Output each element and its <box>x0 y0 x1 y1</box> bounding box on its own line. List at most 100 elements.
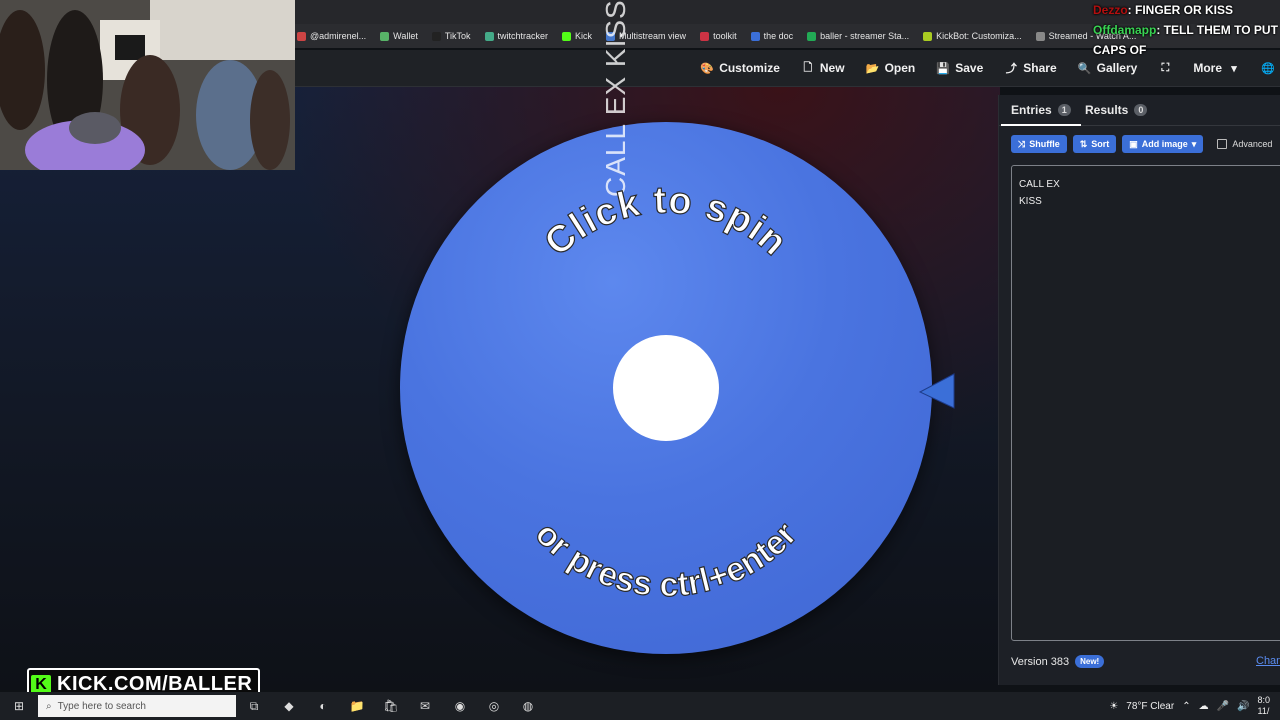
panel-tabs: Entries 1 Results 0 <box>999 95 1280 126</box>
gallery-label: Gallery <box>1096 61 1138 75</box>
edge-icon[interactable]: ◐ <box>314 697 332 715</box>
bookmark-label: TikTok <box>444 31 471 41</box>
version-info: Version 383 New! <box>1011 655 1105 668</box>
bookmark-item[interactable]: toolkit <box>700 31 737 41</box>
mail-icon[interactable]: ✉ <box>416 697 434 715</box>
chat-message: Offdamapp: TELL THEM TO PUT CAPS OF <box>1093 20 1280 60</box>
save-icon: 💾 <box>936 62 951 75</box>
wheel-slice-label: CALL EX KISS <box>600 0 631 197</box>
entries-panel: Entries 1 Results 0 ⤨ Shuffle ⇅ Sort ▣ Add … <box>998 95 1280 685</box>
share-label: Share <box>1023 61 1057 75</box>
bookmark-item[interactable]: the doc <box>750 31 794 41</box>
chat-username: Offdamapp <box>1093 23 1157 37</box>
chrome-icon[interactable]: ◉ <box>451 697 469 715</box>
clock[interactable]: 8:0 11/ <box>1257 695 1270 717</box>
spin-wheel[interactable]: CALL EX KISS <box>400 0 932 654</box>
open-label: Open <box>884 61 916 75</box>
tab-entries[interactable]: Entries 1 <box>1001 103 1081 126</box>
shuffle-label: Shuffle <box>1029 139 1060 149</box>
sort-icon: ⇅ <box>1079 138 1088 149</box>
advanced-checkbox[interactable] <box>1217 139 1228 149</box>
tab-results-label: Results <box>1085 103 1129 117</box>
search-icon: 🔍 <box>1077 62 1092 75</box>
bookmark-label: the doc <box>763 31 794 41</box>
weather-text: 78°F Clear <box>1126 700 1175 712</box>
gallery-button[interactable]: 🔍 Gallery <box>1077 61 1138 75</box>
language-button[interactable]: 🌐 <box>1261 62 1275 75</box>
customize-label: Customize <box>719 61 780 75</box>
changelog-link[interactable]: Chan <box>1256 655 1280 667</box>
volume-icon[interactable]: 🔊 <box>1237 701 1249 712</box>
add-image-button[interactable]: ▣ Add image ▾ <box>1122 135 1204 153</box>
obs-icon[interactable]: ◍ <box>519 697 537 715</box>
task-view-icon[interactable]: ⧉ <box>245 697 263 715</box>
palette-icon: 🎨 <box>700 62 715 75</box>
wheel-pointer-icon <box>918 373 955 409</box>
more-button[interactable]: More ▾ <box>1193 61 1240 75</box>
bookmark-label: Wallet <box>393 31 418 41</box>
bookmark-item[interactable]: @admirenel... <box>297 31 366 41</box>
chevron-down-icon: ▾ <box>1191 138 1197 149</box>
entries-textarea[interactable]: CALL EX KISS <box>1011 165 1280 641</box>
bookmark-favicon-icon <box>700 31 710 41</box>
search-placeholder: Type here to search <box>57 700 146 712</box>
bookmark-item[interactable]: twitchtracker <box>484 31 548 41</box>
windows-taskbar: ⊞ ⌕ Type here to search ⧉ ◆ ◐ 📁 🛍 ✉ ◉ ◎ … <box>0 692 1280 720</box>
bookmark-label: toolkit <box>713 31 737 41</box>
shuffle-button[interactable]: ⤨ Shuffle <box>1011 135 1067 153</box>
tray-chevron-icon[interactable]: ⌃ <box>1182 701 1190 712</box>
chat-overlay: Dezzo: FINGER OR KISS Offdamapp: TELL TH… <box>1093 0 1280 60</box>
bookmark-favicon-icon <box>484 31 494 41</box>
entry-line: KISS <box>1019 196 1042 207</box>
bookmark-favicon-icon <box>562 31 572 41</box>
entries-actions: ⤨ Shuffle ⇅ Sort ▣ Add image ▾ Advanced <box>1011 135 1272 153</box>
sort-button[interactable]: ⇅ Sort <box>1072 135 1117 153</box>
new-button[interactable]: 🗋 New <box>802 61 845 75</box>
store-icon[interactable]: 🛍 <box>382 697 400 715</box>
folder-icon: 📂 <box>865 62 880 75</box>
customize-button[interactable]: 🎨 Customize <box>700 61 780 75</box>
add-image-label: Add image <box>1141 139 1188 149</box>
bookmark-favicon-icon <box>297 31 306 41</box>
wheel-hub[interactable] <box>613 335 719 441</box>
save-button[interactable]: 💾 Save <box>936 61 983 75</box>
bookmark-item[interactable]: Kick <box>562 31 592 41</box>
bookmark-item[interactable]: baller - streamer Sta... <box>807 31 909 41</box>
tab-results[interactable]: Results 0 <box>1085 103 1148 117</box>
chat-username: Dezzo <box>1093 3 1128 17</box>
clock-date: 11/ <box>1257 706 1270 716</box>
globe-icon: 🌐 <box>1261 62 1275 75</box>
results-count-badge: 0 <box>1134 104 1148 116</box>
bookmark-label: KickBot: Customiza... <box>936 31 1022 41</box>
bookmark-label: Kick <box>575 31 593 41</box>
advanced-toggle[interactable]: Advanced <box>1217 139 1272 149</box>
taskbar-search-input[interactable]: ⌕ Type here to search <box>38 695 236 717</box>
open-button[interactable]: 📂 Open <box>865 61 916 75</box>
bookmark-favicon-icon <box>431 31 441 41</box>
webcam-overlay <box>0 0 295 170</box>
network-icon[interactable]: ☁ <box>1199 701 1209 712</box>
search-icon: ⌕ <box>46 700 52 712</box>
windows-start-icon[interactable]: ⊞ <box>10 697 28 715</box>
weather-icon: ☀ <box>1109 700 1119 712</box>
webcam-image <box>0 0 295 170</box>
advanced-label: Advanced <box>1232 139 1273 149</box>
new-label: New <box>819 61 845 75</box>
fullscreen-button[interactable]: ⛶ <box>1159 62 1171 74</box>
bookmark-item[interactable]: Wallet <box>380 31 418 41</box>
version-label: Version 383 <box>1011 655 1070 668</box>
bookmark-item[interactable]: TikTok <box>431 31 471 41</box>
share-button[interactable]: ⤴ Share <box>1005 61 1057 75</box>
bookmark-favicon-icon <box>807 31 817 41</box>
shuffle-icon: ⤨ <box>1018 138 1026 149</box>
new-badge: New! <box>1075 655 1105 668</box>
microphone-icon[interactable]: 🎤 <box>1217 701 1229 712</box>
sort-label: Sort <box>1091 139 1110 149</box>
share-icon: ⤴ <box>1005 63 1017 75</box>
chevron-down-icon: ▾ <box>1231 62 1237 75</box>
system-tray: ☀ 78°F Clear ⌃ ☁ 🎤 🔊 8:0 11/ <box>1109 692 1270 720</box>
copilot-icon[interactable]: ◆ <box>280 697 298 715</box>
app-icon[interactable]: ◎ <box>485 697 503 715</box>
bookmark-item[interactable]: KickBot: Customiza... <box>923 31 1022 41</box>
file-explorer-icon[interactable]: 📁 <box>348 697 366 715</box>
